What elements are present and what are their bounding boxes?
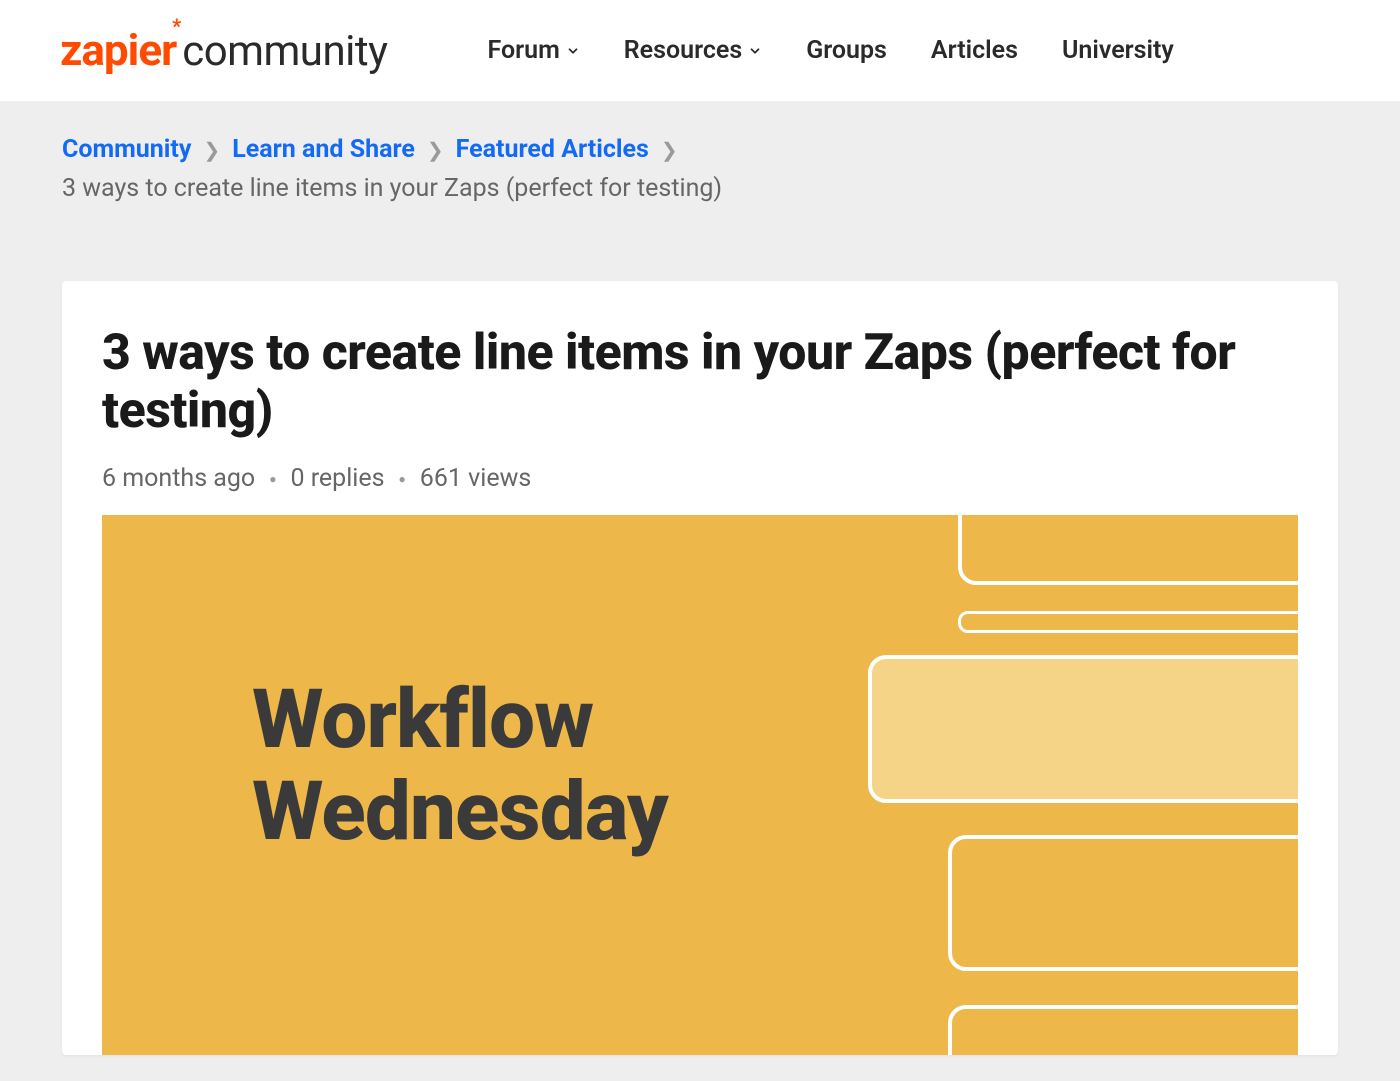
chevron-down-icon — [748, 44, 762, 58]
chevron-right-icon: ❯ — [425, 138, 446, 162]
breadcrumb-community[interactable]: Community — [62, 135, 191, 164]
topbar: zapier* community Forum Resources Groups… — [0, 0, 1400, 101]
nav-label: Groups — [806, 36, 887, 65]
meta-views: 661 views — [420, 464, 532, 493]
dot-separator-icon: ● — [269, 472, 276, 486]
hero-headline: Workflow Wednesday — [252, 675, 668, 859]
hero-decor-box — [868, 655, 1298, 803]
nav-label: Articles — [931, 36, 1018, 65]
hero-banner: Workflow Wednesday — [102, 515, 1298, 1055]
nav-item-resources[interactable]: Resources — [624, 36, 762, 65]
hero-decor-box — [948, 1005, 1298, 1055]
hero-line-1: Workflow — [252, 672, 593, 768]
nav-label: University — [1062, 36, 1174, 65]
hero-line-2: Wednesday — [252, 764, 668, 860]
meta-age: 6 months ago — [102, 464, 255, 493]
breadcrumb: Community ❯ Learn and Share ❯ Featured A… — [0, 101, 1400, 221]
nav-label: Forum — [487, 36, 559, 65]
primary-nav: Forum Resources Groups Articles Universi… — [487, 36, 1173, 65]
hero-decor-box — [958, 515, 1298, 585]
site-logo[interactable]: zapier* community — [60, 28, 387, 73]
breadcrumb-featured-articles[interactable]: Featured Articles — [456, 135, 649, 164]
nav-item-university[interactable]: University — [1062, 36, 1174, 65]
article-title: 3 ways to create line items in your Zaps… — [102, 325, 1298, 440]
breadcrumb-current: 3 ways to create line items in your Zaps… — [62, 174, 722, 203]
article-meta: 6 months ago ● 0 replies ● 661 views — [102, 464, 1298, 493]
logo-sub-text: community — [182, 31, 387, 73]
dot-separator-icon: ● — [399, 472, 406, 486]
meta-replies: 0 replies — [290, 464, 384, 493]
logo-asterisk-icon: * — [172, 16, 180, 36]
hero-decor-box — [958, 611, 1298, 633]
hero-decor-box — [948, 835, 1298, 971]
chevron-right-icon: ❯ — [659, 138, 680, 162]
logo-brand-text: zapier* — [60, 28, 176, 72]
nav-item-articles[interactable]: Articles — [931, 36, 1018, 65]
nav-item-forum[interactable]: Forum — [487, 36, 579, 65]
nav-label: Resources — [624, 36, 742, 65]
article-card: 3 ways to create line items in your Zaps… — [62, 281, 1338, 1055]
chevron-right-icon: ❯ — [201, 138, 222, 162]
nav-item-groups[interactable]: Groups — [806, 36, 887, 65]
breadcrumb-learn-and-share[interactable]: Learn and Share — [232, 135, 415, 164]
chevron-down-icon — [566, 44, 580, 58]
